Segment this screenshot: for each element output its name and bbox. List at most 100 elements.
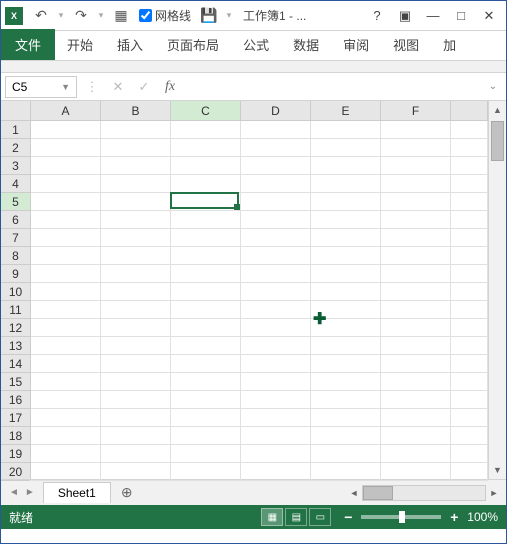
- cell[interactable]: [101, 355, 171, 373]
- column-header[interactable]: D: [241, 101, 311, 120]
- undo-button[interactable]: ↶: [29, 4, 53, 28]
- cell[interactable]: [101, 337, 171, 355]
- row-header[interactable]: 19: [1, 445, 30, 463]
- row-header[interactable]: 4: [1, 175, 30, 193]
- cell[interactable]: [31, 355, 101, 373]
- row-header[interactable]: 11: [1, 301, 30, 319]
- row-header[interactable]: 16: [1, 391, 30, 409]
- cell[interactable]: [451, 409, 488, 427]
- cell[interactable]: [31, 157, 101, 175]
- cell[interactable]: [451, 121, 488, 139]
- row-header[interactable]: 13: [1, 337, 30, 355]
- cell[interactable]: [31, 391, 101, 409]
- cell[interactable]: [311, 373, 381, 391]
- horizontal-scrollbar[interactable]: ◄ ►: [346, 485, 506, 501]
- cell[interactable]: [241, 247, 311, 265]
- cell[interactable]: [171, 355, 241, 373]
- cell[interactable]: [241, 391, 311, 409]
- cell[interactable]: [101, 211, 171, 229]
- cell[interactable]: [311, 445, 381, 463]
- vertical-scroll-thumb[interactable]: [491, 121, 504, 161]
- cell[interactable]: [171, 139, 241, 157]
- scroll-up-button[interactable]: ▲: [489, 101, 506, 119]
- cell[interactable]: [311, 337, 381, 355]
- cell[interactable]: [241, 211, 311, 229]
- tab-view[interactable]: 视图: [381, 29, 431, 60]
- cell[interactable]: [311, 175, 381, 193]
- qat-dropdown-icon[interactable]: ▾: [55, 4, 67, 28]
- column-header[interactable]: B: [101, 101, 171, 120]
- cell[interactable]: [31, 175, 101, 193]
- cell[interactable]: [171, 391, 241, 409]
- cell[interactable]: [31, 319, 101, 337]
- page-layout-view-button[interactable]: ▤: [285, 508, 307, 526]
- cell[interactable]: [381, 193, 451, 211]
- tab-formulas[interactable]: 公式: [231, 29, 281, 60]
- cell[interactable]: [101, 409, 171, 427]
- cell[interactable]: [171, 283, 241, 301]
- page-break-view-button[interactable]: ▭: [309, 508, 331, 526]
- cell[interactable]: [171, 445, 241, 463]
- insert-function-button[interactable]: fx: [159, 76, 181, 98]
- cell[interactable]: [241, 139, 311, 157]
- cell[interactable]: [451, 247, 488, 265]
- cell[interactable]: [311, 301, 381, 319]
- cell[interactable]: [171, 337, 241, 355]
- cell[interactable]: [381, 445, 451, 463]
- cell[interactable]: [101, 157, 171, 175]
- tab-insert[interactable]: 插入: [105, 29, 155, 60]
- cell[interactable]: [171, 427, 241, 445]
- cell[interactable]: [451, 211, 488, 229]
- cell[interactable]: [311, 139, 381, 157]
- cell[interactable]: [31, 265, 101, 283]
- qat-customize-icon[interactable]: ▾: [223, 4, 235, 28]
- row-header[interactable]: 1: [1, 121, 30, 139]
- row-header[interactable]: 3: [1, 157, 30, 175]
- cell[interactable]: [311, 319, 381, 337]
- cell[interactable]: [311, 157, 381, 175]
- tab-data[interactable]: 数据: [281, 29, 331, 60]
- cell[interactable]: [101, 445, 171, 463]
- zoom-out-button[interactable]: −: [341, 509, 355, 525]
- cell[interactable]: [31, 247, 101, 265]
- tab-file[interactable]: 文件: [1, 29, 55, 60]
- column-header[interactable]: F: [381, 101, 451, 120]
- cell[interactable]: [241, 355, 311, 373]
- cell[interactable]: [241, 445, 311, 463]
- cell[interactable]: [451, 139, 488, 157]
- redo-button[interactable]: ↷: [69, 4, 93, 28]
- cell[interactable]: [31, 373, 101, 391]
- cell[interactable]: [311, 193, 381, 211]
- cell[interactable]: [451, 175, 488, 193]
- cell[interactable]: [311, 409, 381, 427]
- cell[interactable]: [381, 247, 451, 265]
- cell[interactable]: [381, 319, 451, 337]
- cell[interactable]: [101, 139, 171, 157]
- cell[interactable]: [241, 373, 311, 391]
- cell[interactable]: [171, 193, 241, 211]
- horizontal-scroll-thumb[interactable]: [363, 486, 393, 500]
- gridlines-checkbox[interactable]: [139, 9, 152, 22]
- cell[interactable]: [101, 229, 171, 247]
- row-header[interactable]: 7: [1, 229, 30, 247]
- cell[interactable]: [101, 193, 171, 211]
- cells-area[interactable]: [31, 121, 488, 479]
- ribbon-display-button[interactable]: ▣: [392, 5, 418, 27]
- expand-formula-bar-button[interactable]: ⌄: [484, 81, 502, 92]
- help-button[interactable]: ?: [364, 5, 390, 27]
- cell[interactable]: [101, 175, 171, 193]
- zoom-slider[interactable]: [361, 515, 441, 519]
- cell[interactable]: [241, 175, 311, 193]
- cell[interactable]: [171, 319, 241, 337]
- qat-dropdown-icon[interactable]: ▾: [95, 4, 107, 28]
- cell[interactable]: [311, 211, 381, 229]
- cell[interactable]: [381, 355, 451, 373]
- cell[interactable]: [31, 229, 101, 247]
- close-button[interactable]: ✕: [476, 5, 502, 27]
- cell[interactable]: [171, 175, 241, 193]
- cell[interactable]: [171, 157, 241, 175]
- scroll-right-button[interactable]: ►: [486, 488, 502, 498]
- cell[interactable]: [381, 175, 451, 193]
- cell[interactable]: [381, 265, 451, 283]
- cell[interactable]: [311, 283, 381, 301]
